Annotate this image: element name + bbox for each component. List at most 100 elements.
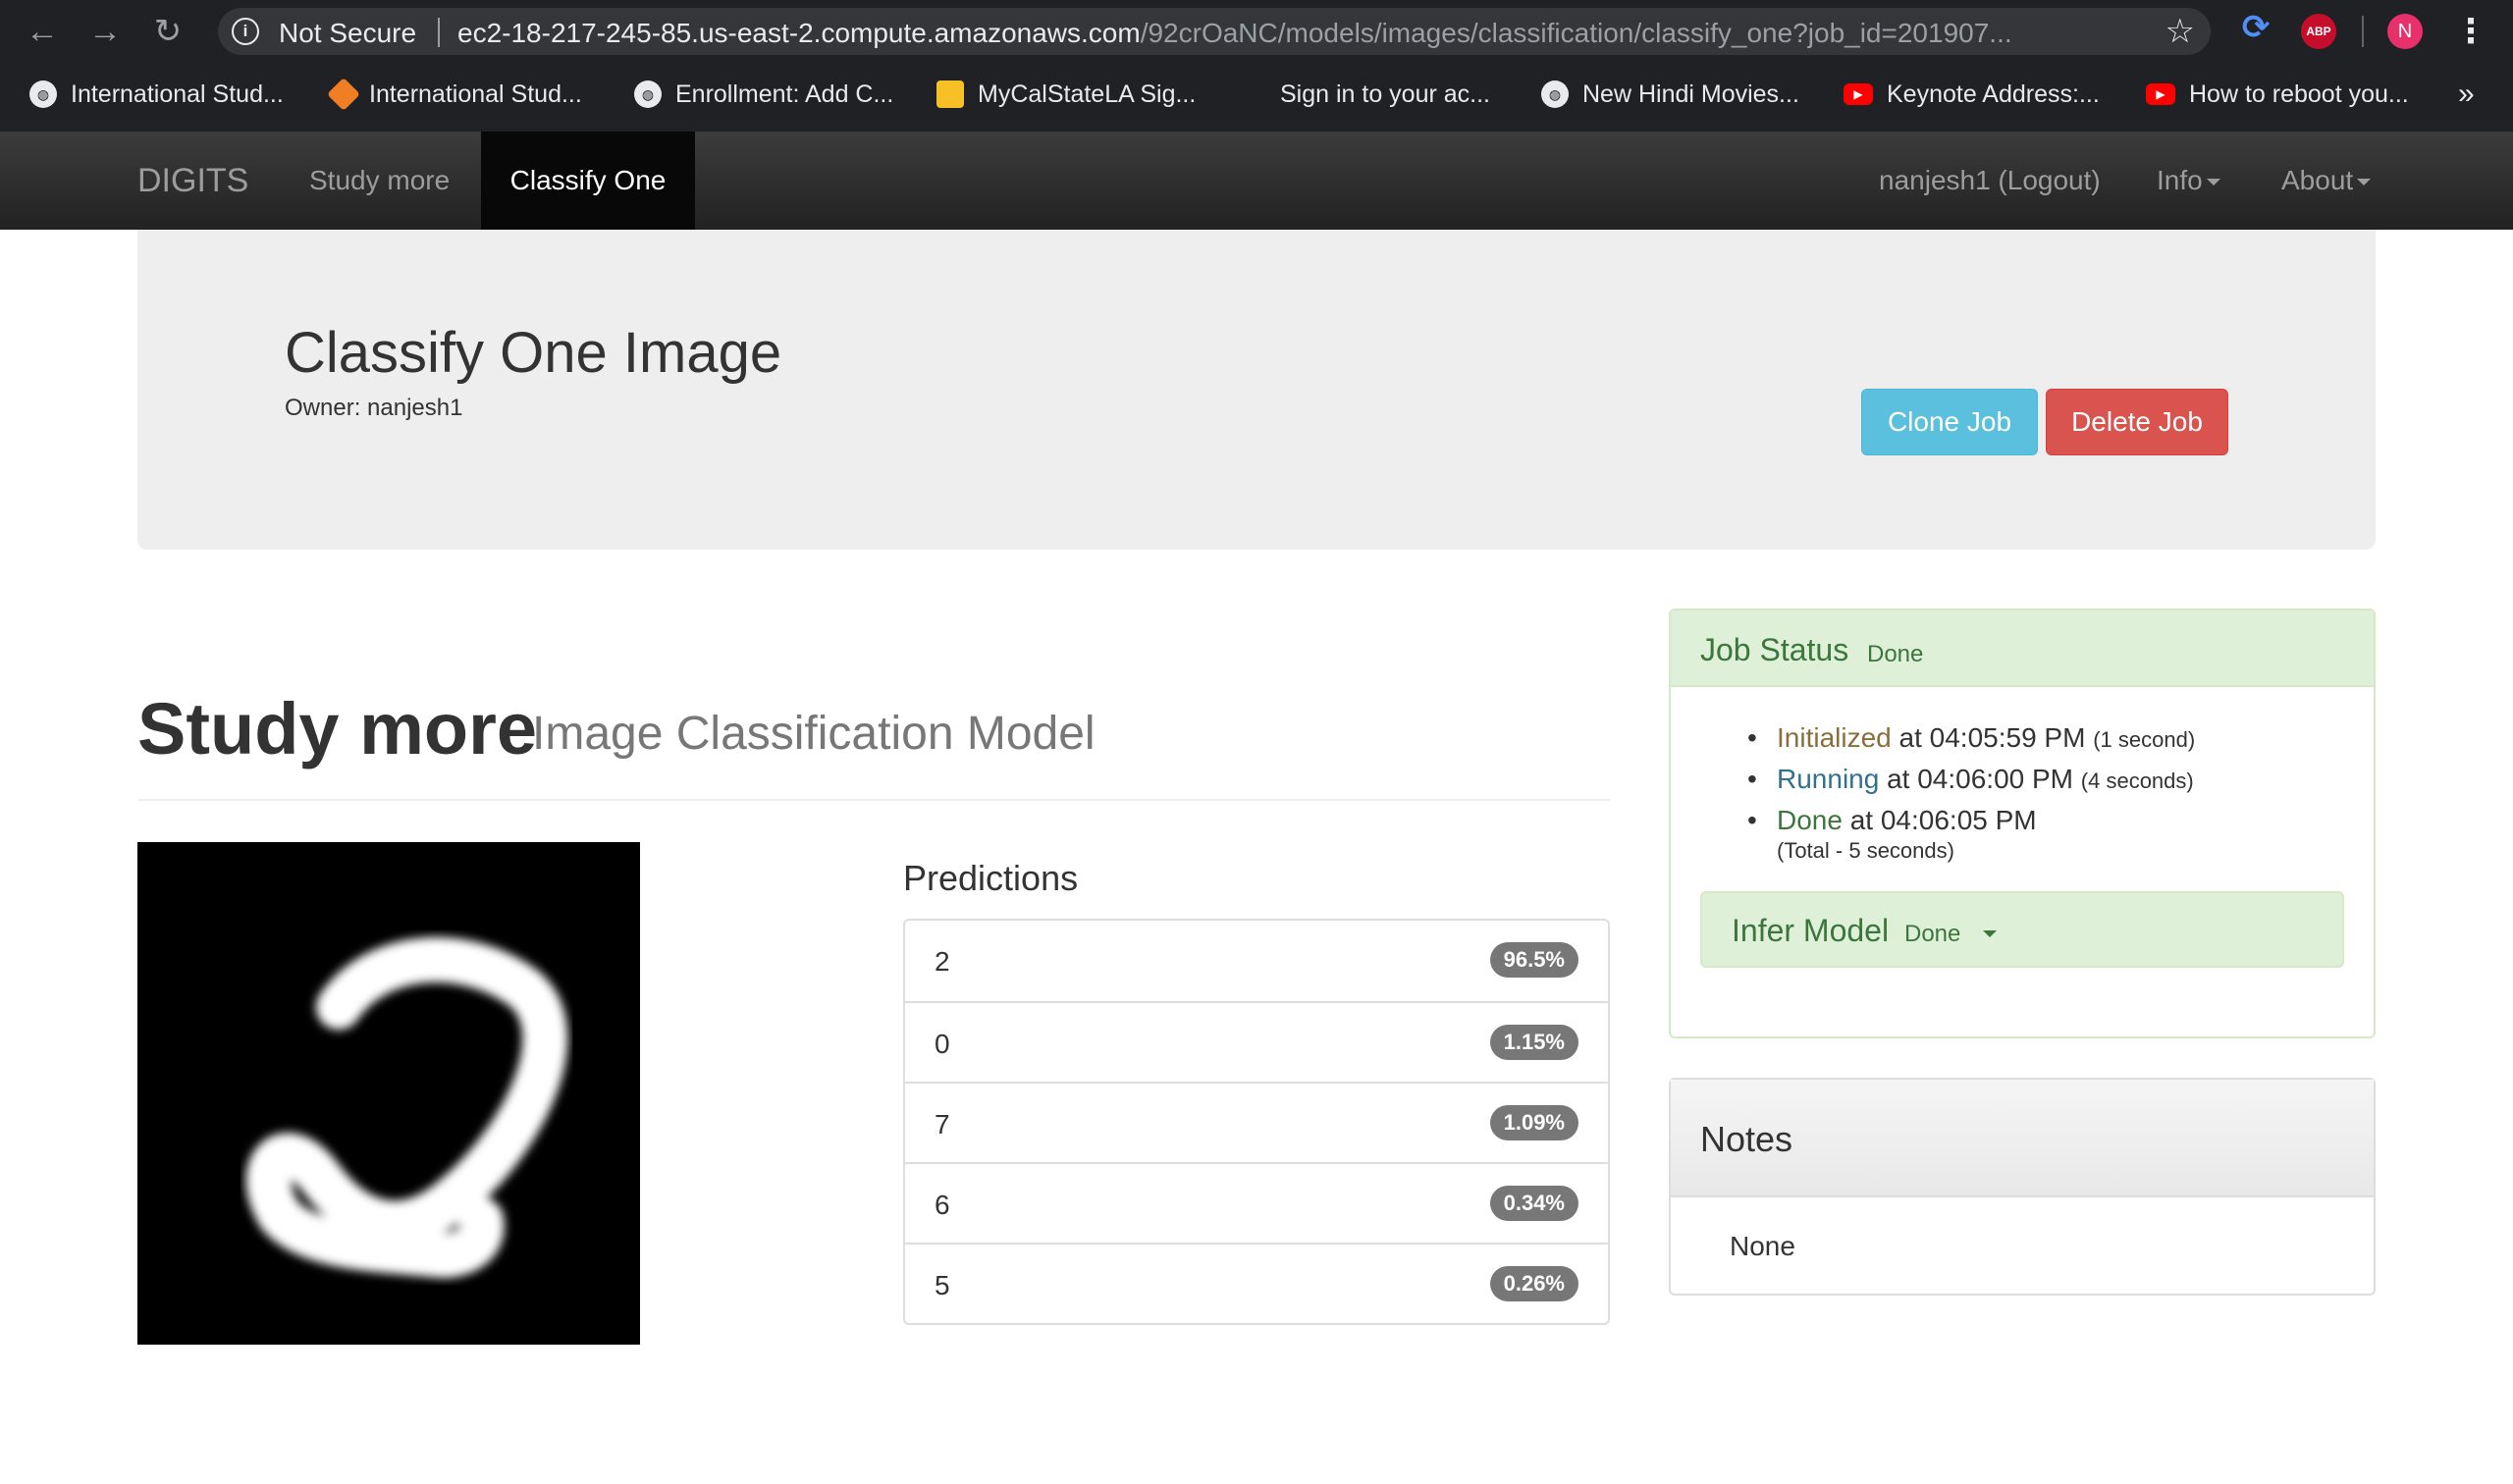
job-status-header: Job Status Done — [1671, 610, 2374, 687]
bookmark-item[interactable]: Sign in to your ac... — [1239, 77, 1490, 112]
clone-job-button[interactable]: Clone Job — [1861, 389, 2038, 455]
bookmark-item[interactable]: ▶ Keynote Address:... — [1844, 77, 2100, 112]
bookmark-item[interactable]: ▶ How to reboot you... — [2146, 77, 2409, 112]
model-name: Study more — [137, 688, 538, 769]
input-digit-image — [137, 842, 640, 1345]
more-bookmarks-icon[interactable]: » — [2458, 77, 2475, 112]
status-event-name: Done — [1777, 805, 1843, 835]
prediction-confidence-badge: 1.09% — [1489, 1105, 1578, 1140]
browser-menu-icon[interactable]: ⋮ — [2454, 10, 2487, 53]
status-event-duration: (4 seconds) — [2080, 768, 2194, 793]
job-owner: Owner: nanjesh1 — [285, 395, 463, 421]
info-icon[interactable]: i — [232, 18, 259, 45]
status-event-name: Running — [1777, 764, 1880, 794]
predictions-list: 2 96.5% 0 1.15% 7 1.09% 6 0.34% 5 0.26% — [903, 919, 1610, 1325]
delete-job-button[interactable]: Delete Job — [2046, 389, 2228, 455]
nav-info-dropdown[interactable]: Info — [2157, 132, 2220, 230]
bookmark-item[interactable]: ◍ Enrollment: Add C... — [634, 77, 893, 112]
job-status-panel: Job Status Done Initialized at 04:05:59 … — [1669, 609, 2376, 1038]
prediction-label: 0 — [935, 1029, 950, 1059]
omnibox[interactable]: i Not Secure ec2-18-217-245-85.us-east-2… — [218, 8, 2211, 55]
status-event-time: at 04:05:59 PM — [1898, 722, 2086, 753]
digits-navbar: DIGITS Study more Classify One nanjesh1 … — [0, 132, 2513, 230]
nav-info-label: Info — [2157, 165, 2203, 195]
url-text[interactable]: ec2-18-217-245-85.us-east-2.compute.amaz… — [457, 18, 2012, 49]
notes-panel: Notes None — [1669, 1078, 2376, 1296]
status-event-time: at 04:06:05 PM — [1849, 805, 2037, 835]
bookmark-label: International Stud... — [369, 80, 582, 108]
prediction-confidence-badge: 96.5% — [1489, 942, 1578, 978]
job-header: Classify One Image Owner: nanjesh1 Clone… — [137, 230, 2376, 550]
profile-avatar[interactable]: N — [2387, 14, 2423, 49]
globe-icon: ◍ — [634, 80, 662, 108]
microsoft-icon — [1239, 80, 1266, 108]
toolbar-divider — [2362, 16, 2364, 47]
status-event-initialized: Initialized at 04:05:59 PM (1 second) — [1747, 718, 2196, 760]
bookmark-item[interactable]: ◍ International Stud... — [29, 77, 284, 112]
sync-extension-icon[interactable]: ⟳ — [2238, 10, 2273, 45]
nav-about-dropdown[interactable]: About — [2281, 132, 2372, 230]
bookmark-star-icon[interactable]: ☆ — [2165, 12, 2195, 51]
status-event-time: at 04:06:00 PM — [1887, 764, 2073, 794]
security-label[interactable]: Not Secure — [279, 18, 416, 49]
back-arrow-icon[interactable]: ← — [22, 11, 63, 52]
address-bar-row: ← → ↻ i Not Secure ec2-18-217-245-85.us-… — [0, 0, 2513, 63]
page-title: Classify One Image — [285, 321, 782, 385]
prediction-row: 6 0.34% — [905, 1162, 1608, 1243]
omnibox-divider — [438, 18, 440, 47]
browser-chrome: ← → ↻ i Not Secure ec2-18-217-245-85.us-… — [0, 0, 2513, 132]
infer-model-label: Infer Model — [1732, 913, 1890, 948]
nav-user-logout[interactable]: nanjesh1 (Logout) — [1879, 132, 2101, 230]
notes-header: Notes — [1671, 1080, 2374, 1197]
bookmark-label: Enrollment: Add C... — [675, 80, 894, 108]
job-status-title: Job Status — [1700, 632, 1849, 667]
globe-icon: ◍ — [1541, 80, 1569, 108]
status-event-duration: (1 second) — [2093, 727, 2196, 752]
url-path: /92crOaNC/models/images/classification/c… — [1140, 18, 2012, 48]
yellow-shield-icon — [936, 80, 964, 108]
caret-down-icon — [1983, 930, 1997, 937]
status-event-name: Initialized — [1777, 722, 1892, 753]
prediction-confidence-badge: 0.26% — [1489, 1266, 1578, 1301]
handwritten-digit-image — [245, 936, 568, 1278]
status-total-duration: (Total - 5 seconds) — [1777, 838, 1954, 863]
prediction-row: 0 1.15% — [905, 1001, 1608, 1082]
model-heading: Study more Image Classification Model — [137, 683, 1610, 801]
prediction-confidence-badge: 1.15% — [1489, 1025, 1578, 1060]
infer-model-state: Done — [1904, 921, 1961, 947]
prediction-label: 6 — [935, 1190, 950, 1220]
nav-about-label: About — [2281, 165, 2354, 195]
bookmark-item[interactable]: International Stud... — [327, 77, 582, 112]
youtube-icon: ▶ — [1844, 83, 1873, 105]
infer-model-dropdown[interactable]: Infer Model Done — [1700, 891, 2344, 968]
caret-down-icon — [2357, 179, 2372, 186]
status-event-done: Done at 04:06:05 PM — [1747, 801, 2195, 840]
bookmark-label: New Hindi Movies... — [1582, 80, 1799, 108]
status-event-running: Running at 04:06:00 PM (4 seconds) — [1747, 760, 2195, 801]
prediction-label: 5 — [935, 1270, 950, 1300]
bookmarks-bar: ◍ International Stud... International St… — [0, 69, 2513, 120]
prediction-label: 2 — [935, 946, 950, 977]
reload-icon[interactable]: ↻ — [147, 11, 188, 52]
nav-classify-one[interactable]: Classify One — [481, 132, 695, 230]
forward-arrow-icon[interactable]: → — [84, 11, 126, 52]
bookmark-label: Keynote Address:... — [1887, 80, 2100, 108]
prediction-confidence-badge: 0.34% — [1489, 1186, 1578, 1221]
globe-icon: ◍ — [29, 80, 57, 108]
adblock-plus-icon[interactable]: ABP — [2301, 14, 2336, 49]
youtube-icon: ▶ — [2146, 83, 2175, 105]
prediction-row: 2 96.5% — [905, 921, 1608, 1001]
prediction-label: 7 — [935, 1109, 950, 1140]
nav-study-more[interactable]: Study more — [309, 132, 450, 230]
bookmark-item[interactable]: ◍ New Hindi Movies... — [1541, 77, 1799, 112]
caret-down-icon — [2206, 179, 2220, 186]
prediction-row: 7 1.09% — [905, 1082, 1608, 1162]
bookmark-item[interactable]: MyCalStateLA Sig... — [936, 77, 1196, 112]
notes-body: None — [1730, 1231, 1795, 1261]
bookmark-label: How to reboot you... — [2189, 80, 2409, 108]
prediction-row: 5 0.26% — [905, 1243, 1608, 1323]
status-events-list: Initialized at 04:05:59 PM (1 second) Ru… — [1747, 718, 2196, 840]
job-status-state: Done — [1867, 641, 1924, 667]
orange-diamond-icon — [327, 78, 360, 111]
brand-link[interactable]: DIGITS — [137, 132, 248, 230]
